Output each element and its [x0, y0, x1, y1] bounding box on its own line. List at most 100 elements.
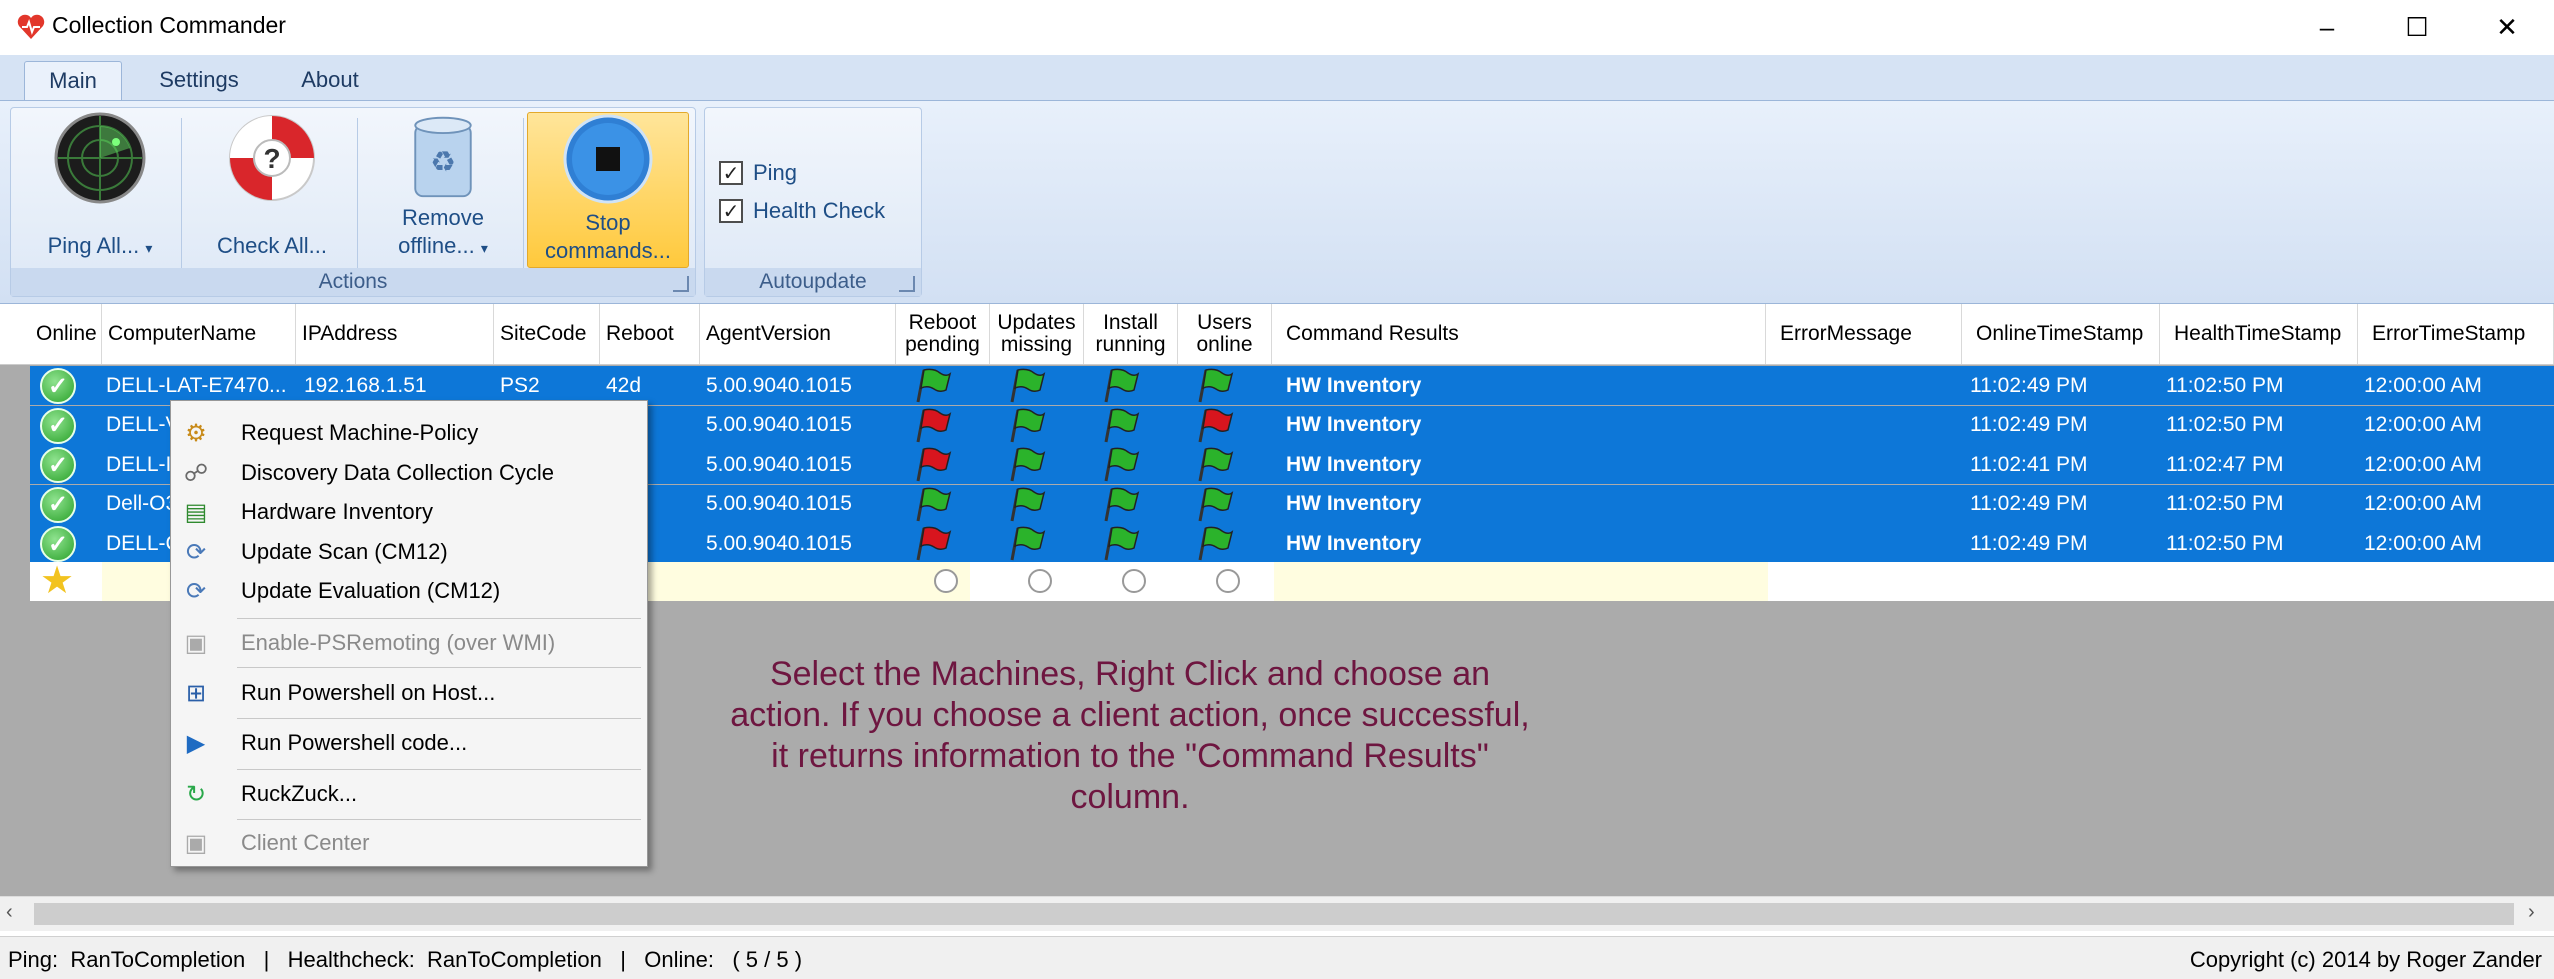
header-reboot-pending-line1: Reboot [908, 311, 977, 334]
tab-about[interactable]: About [290, 61, 370, 99]
svg-text:?: ? [263, 143, 280, 174]
menu-separator [237, 718, 641, 719]
install-running-flag-icon [1100, 487, 1144, 523]
updates-missing-radio[interactable] [1028, 569, 1052, 593]
online-check-icon: ✓ [40, 526, 80, 562]
cell-health-timestamp: 11:02:50 PM [2166, 492, 2284, 515]
ping-checkbox[interactable]: ✓ [719, 161, 743, 185]
command-results-edit-area[interactable] [1274, 562, 1768, 601]
minimize-button[interactable]: – [2284, 0, 2370, 55]
scrollbar-thumb[interactable] [34, 903, 2514, 925]
menu-item-update-eval[interactable]: ⟳ Update Evaluation (CM12) [171, 571, 647, 611]
reboot-pending-flag-icon [912, 526, 956, 562]
health-check-checkbox[interactable]: ✓ [719, 199, 743, 223]
check-icon: ✓ [40, 447, 76, 483]
install-running-radio[interactable] [1122, 569, 1146, 593]
cell-online-timestamp: 11:02:49 PM [1970, 492, 2088, 515]
cell-agent-version: 5.00.9040.1015 [706, 531, 852, 555]
tab-main[interactable]: Main [24, 61, 122, 100]
check-icon: ✓ [40, 407, 76, 444]
header-reboot-pending[interactable]: Reboot pending [896, 304, 990, 364]
check-all-button[interactable]: ? Check All... [187, 112, 357, 262]
menu-item-policy[interactable]: ⚙ Request Machine-Policy [171, 413, 647, 453]
menu-item-psremoting[interactable]: ▣ Enable-PSRemoting (over WMI) [171, 623, 647, 663]
header-health-timestamp[interactable]: HealthTimeStamp [2160, 304, 2358, 364]
stop-commands-button[interactable]: Stop commands... [527, 112, 689, 268]
stop-commands-label-1: Stop [585, 210, 631, 235]
update-scan-icon: ⟳ [185, 538, 207, 566]
menu-item-hardware[interactable]: ▤ Hardware Inventory [171, 492, 647, 532]
remove-offline-button[interactable]: ♻ Remove offline... ▾ [363, 112, 523, 262]
header-computer-name[interactable]: ComputerName [102, 304, 296, 364]
header-users-online[interactable]: Users online [1178, 304, 1272, 364]
header-reboot[interactable]: Reboot [600, 304, 700, 364]
header-online-timestamp[interactable]: OnlineTimeStamp [1962, 304, 2160, 364]
users-online-flag-icon [1194, 487, 1238, 523]
ping-all-button[interactable]: Ping All... ▾ [15, 112, 185, 262]
tab-settings[interactable]: Settings [148, 61, 250, 99]
cell-health-timestamp: 11:02:50 PM [2166, 373, 2284, 397]
cell-health-timestamp: 11:02:50 PM [2166, 413, 2284, 436]
header-command-results[interactable]: Command Results [1272, 304, 1766, 364]
reboot-pending-radio[interactable] [934, 569, 958, 593]
header-site-code[interactable]: SiteCode [494, 304, 600, 364]
remove-offline-label-2: offline... [398, 233, 475, 258]
menu-separator [237, 667, 641, 668]
header-agent-version[interactable]: AgentVersion [700, 304, 896, 364]
updates-missing-flag-icon [1006, 447, 1050, 483]
scroll-left-icon[interactable]: ‹ [6, 901, 13, 924]
client-center-icon: ▣ [184, 829, 208, 857]
close-button[interactable]: ✕ [2464, 0, 2550, 55]
dialog-launcher-icon[interactable] [899, 276, 915, 292]
header-online[interactable]: Online [30, 304, 102, 364]
users-online-radio[interactable] [1216, 569, 1240, 593]
autoupdate-group-label: Autoupdate [705, 268, 921, 296]
menu-separator [237, 618, 641, 619]
recycle-bin-icon: ♻ [414, 116, 472, 198]
header-error-message[interactable]: ErrorMessage [1766, 304, 1962, 364]
cell-error-timestamp: 12:00:00 AM [2364, 413, 2482, 436]
instructions-text: Select the Machines, Right Click and cho… [730, 655, 1530, 816]
cell-health-timestamp: 11:02:47 PM [2166, 452, 2284, 476]
menu-item-discovery[interactable]: ☍ Discovery Data Collection Cycle [171, 453, 647, 493]
scroll-right-icon[interactable]: › [2528, 901, 2535, 924]
maximize-button[interactable]: ☐ [2374, 0, 2460, 55]
context-menu: ⚙ Request Machine-Policy ☍ Discovery Data C… [170, 400, 648, 867]
ping-checkbox-row[interactable]: ✓ Ping [719, 160, 797, 186]
header-install-running-line2: running [1095, 333, 1166, 356]
ping-all-label: Ping All... [47, 233, 140, 258]
install-running-flag-icon [1100, 408, 1144, 444]
status-text: Ping: RanToCompletion | Healthcheck: Ran… [8, 947, 803, 972]
menu-item-client-center[interactable]: ▣ Client Center [171, 823, 647, 863]
reboot-pending-flag-icon [912, 408, 956, 444]
actions-group: Ping All... ▾ ? Check All... ♻ Remove of… [10, 107, 696, 297]
hardware-icon: ▤ [184, 498, 208, 526]
header-updates-missing[interactable]: Updates missing [990, 304, 1084, 364]
group-divider [357, 118, 358, 268]
health-check-checkbox-row[interactable]: ✓ Health Check [719, 198, 885, 224]
header-error-timestamp[interactable]: ErrorTimeStamp [2358, 304, 2554, 364]
cell-command-results: HW Inventory [1286, 373, 1422, 397]
dialog-launcher-icon[interactable] [673, 276, 689, 292]
header-install-running[interactable]: Install running [1084, 304, 1178, 364]
menu-item-label: Discovery Data Collection Cycle [241, 460, 554, 485]
group-divider [181, 118, 182, 268]
menu-item-label: RuckZuck... [241, 781, 358, 806]
cell-online-timestamp: 11:02:41 PM [1970, 452, 2088, 476]
horizontal-scrollbar[interactable]: ‹ › [0, 896, 2554, 931]
check-icon: ✓ [40, 368, 76, 404]
radar-icon [54, 112, 146, 204]
header-ip-address[interactable]: IPAddress [296, 304, 494, 364]
cell-command-results: HW Inventory [1286, 531, 1422, 555]
menu-item-label: Request Machine-Policy [241, 420, 479, 445]
menu-item-ruckzuck[interactable]: ↻ RuckZuck... [171, 774, 647, 814]
menu-item-label: Run Powershell code... [241, 730, 468, 755]
powershell-code-icon: ▶ [186, 729, 206, 757]
menu-item-powershell-code[interactable]: ▶ Run Powershell code... [171, 723, 647, 763]
online-check-icon: ✓ [40, 368, 80, 404]
title-bar: Collection Commander – ☐ ✕ [0, 0, 2554, 55]
lifebuoy-icon: ? [229, 115, 315, 201]
menu-item-update-scan[interactable]: ⟳ Update Scan (CM12) [171, 532, 647, 572]
menu-item-powershell-host[interactable]: ⊞ Run Powershell on Host... [171, 673, 647, 713]
chevron-down-icon: ▾ [480, 240, 488, 256]
